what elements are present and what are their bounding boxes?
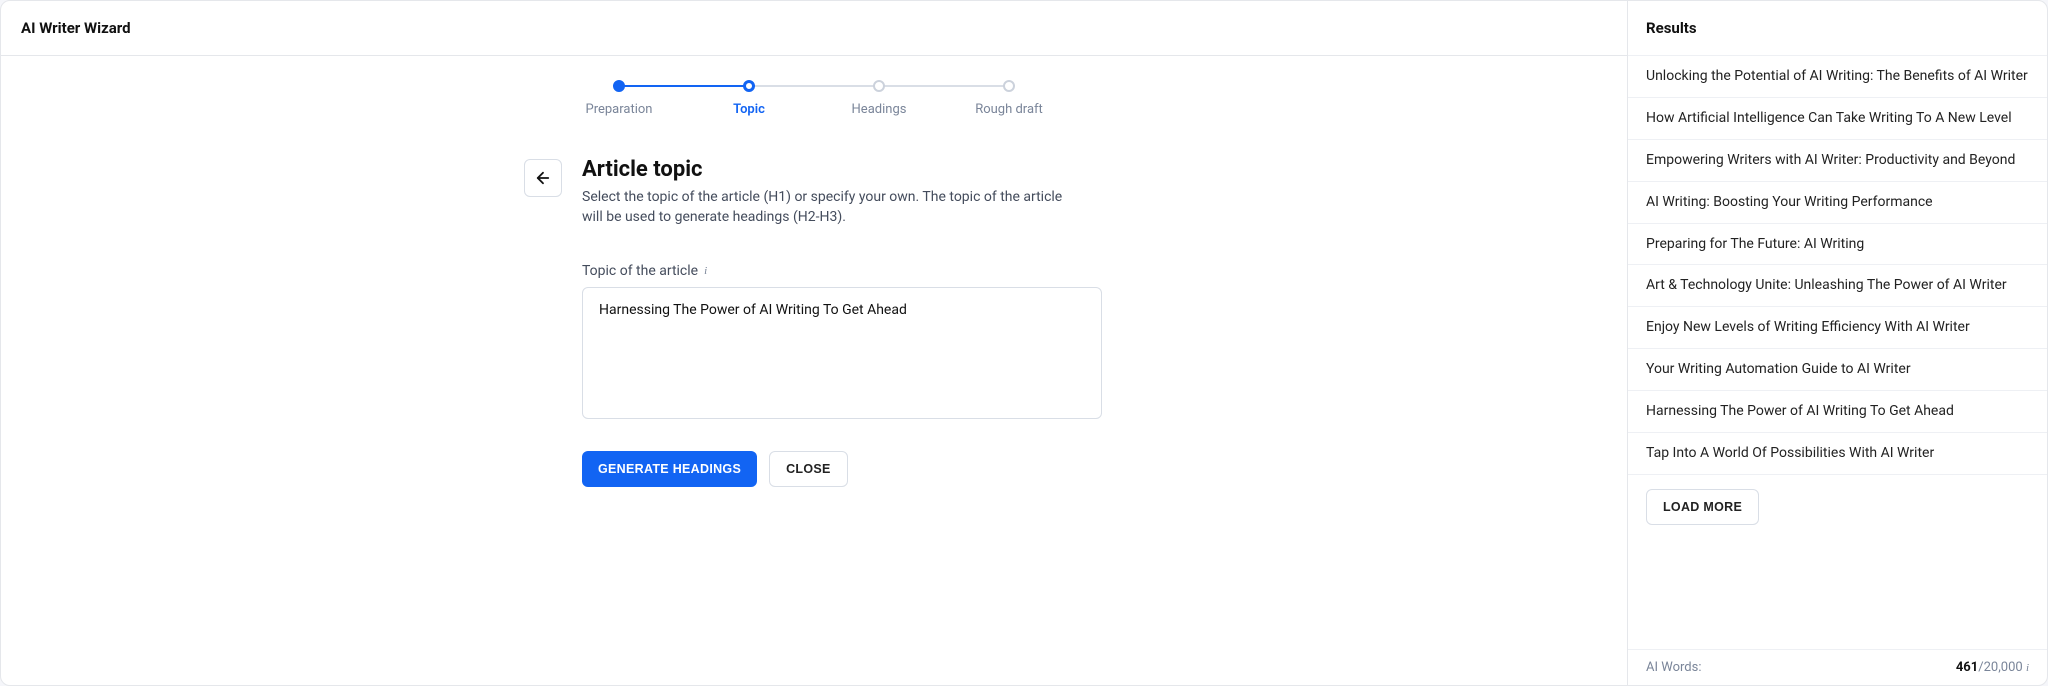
results-footer: AI Words: 461/20,000 i: [1628, 649, 2047, 685]
info-icon[interactable]: i: [2026, 662, 2029, 674]
close-button[interactable]: CLOSE: [769, 451, 848, 487]
section-description: Select the topic of the article (H1) or …: [582, 188, 1082, 227]
step-label: Rough draft: [975, 102, 1043, 117]
step-connector: [619, 85, 749, 87]
ai-words-used: 461: [1956, 660, 1978, 675]
results-list: Unlocking the Potential of AI Writing: T…: [1628, 55, 2047, 649]
step-dot-icon: [1003, 80, 1015, 92]
result-item[interactable]: How Artificial Intelligence Can Take Wri…: [1628, 98, 2047, 140]
step-label: Headings: [852, 102, 907, 117]
ai-words-max: 20,000: [1984, 660, 2023, 675]
result-item[interactable]: Empowering Writers with AI Writer: Produ…: [1628, 140, 2047, 182]
wizard-stepper: Preparation Topic Headings Rough draft: [554, 80, 1074, 117]
step-preparation[interactable]: Preparation: [554, 80, 684, 117]
step-connector: [749, 85, 879, 87]
arrow-left-icon: [534, 169, 552, 187]
info-icon[interactable]: i: [704, 265, 707, 277]
back-button[interactable]: [524, 159, 562, 197]
load-more-button[interactable]: LOAD MORE: [1646, 489, 1759, 525]
step-dot-icon: [613, 80, 625, 92]
step-dot-icon: [743, 80, 755, 92]
step-label: Topic: [733, 102, 765, 117]
main-header: AI Writer Wizard: [1, 1, 1627, 56]
topic-input[interactable]: [582, 287, 1102, 419]
results-header: Results: [1628, 1, 2047, 55]
ai-words-value: 461/20,000 i: [1956, 660, 2029, 675]
result-item[interactable]: AI Writing: Boosting Your Writing Perfor…: [1628, 182, 2047, 224]
result-item[interactable]: Art & Technology Unite: Unleashing The P…: [1628, 265, 2047, 307]
field-label: Topic of the article: [582, 263, 698, 279]
generate-headings-button[interactable]: GENERATE HEADINGS: [582, 451, 757, 487]
step-connector: [879, 85, 1009, 87]
result-item[interactable]: Unlocking the Potential of AI Writing: T…: [1628, 55, 2047, 98]
step-label: Preparation: [586, 102, 653, 117]
ai-words-label: AI Words:: [1646, 660, 1701, 675]
step-dot-icon: [873, 80, 885, 92]
result-item[interactable]: Enjoy New Levels of Writing Efficiency W…: [1628, 307, 2047, 349]
section-heading: Article topic: [582, 157, 1104, 182]
result-item[interactable]: Your Writing Automation Guide to AI Writ…: [1628, 349, 2047, 391]
result-item[interactable]: Preparing for The Future: AI Writing: [1628, 224, 2047, 266]
result-item[interactable]: Tap Into A World Of Possibilities With A…: [1628, 433, 2047, 475]
result-item[interactable]: Harnessing The Power of AI Writing To Ge…: [1628, 391, 2047, 433]
results-title: Results: [1646, 19, 2029, 37]
page-title: AI Writer Wizard: [21, 19, 1607, 37]
